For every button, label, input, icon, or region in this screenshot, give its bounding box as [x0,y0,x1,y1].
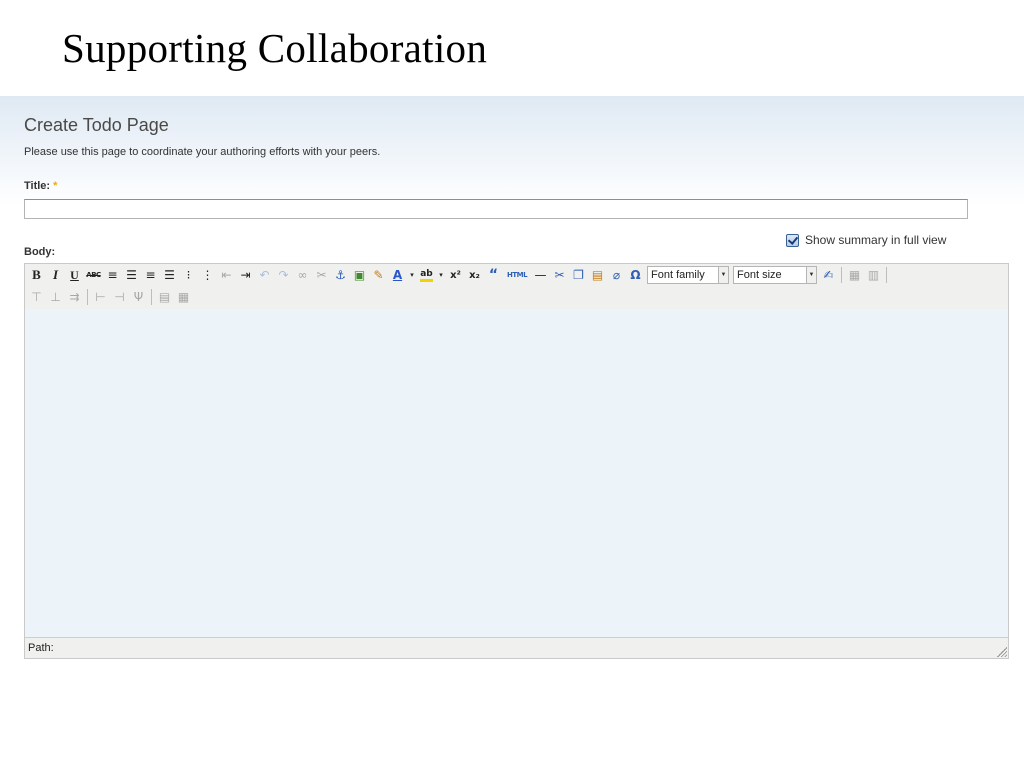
anchor-icon[interactable]: ⚓ [332,266,349,284]
superscript-icon[interactable]: x² [447,266,464,284]
cut-icon[interactable]: ✂ [551,266,568,284]
underline-button[interactable]: U [66,266,83,284]
merge-cells-icon[interactable]: ▤ [156,288,173,306]
font-size-value: Font size [737,269,782,281]
align-left-icon[interactable]: ≡ [104,266,121,284]
toolbar-separator [87,289,88,305]
outdent-icon[interactable]: ⇤ [218,266,235,284]
highlight-color-letters: ab [420,269,433,282]
subscript-icon[interactable]: x₂ [466,266,483,284]
align-justify-icon[interactable]: ☰ [161,266,178,284]
title-field-label: Title: * [24,180,57,192]
bullet-list-icon[interactable]: ⁝ [180,266,197,284]
editor-statusbar: Path: [25,637,1008,658]
editor-toolbar: B I U ABC ≡ ☰ ≡ ☰ ⁝ ⋮ ⇤ ⇥ ↶ ↷ ∞ ✂ ⚓ ▣ ✎ [25,264,1008,310]
row-before-icon[interactable]: ⊤ [28,288,45,306]
split-cells-icon[interactable]: ▦ [175,288,192,306]
align-right-icon[interactable]: ≡ [142,266,159,284]
eraser-icon[interactable]: ⌀ [608,266,625,284]
toolbar-row-1: B I U ABC ≡ ☰ ≡ ☰ ⁝ ⋮ ⇤ ⇥ ↶ ↷ ∞ ✂ ⚓ ▣ ✎ [27,265,890,285]
paste-icon[interactable]: ▤ [589,266,606,284]
bold-button[interactable]: B [28,266,45,284]
strikethrough-button[interactable]: ABC [85,266,102,284]
highlight-color-dropdown-icon[interactable]: ▾ [437,266,445,284]
text-color-button[interactable]: A [389,266,406,284]
editor-content-area[interactable] [25,309,1008,639]
undo-icon[interactable]: ↶ [256,266,273,284]
row-after-icon[interactable]: ⊥ [47,288,64,306]
highlight-color-button[interactable]: ab [418,266,435,284]
text-color-dropdown-icon[interactable]: ▾ [408,266,416,284]
title-input[interactable] [24,199,968,219]
special-char-icon[interactable]: Ω [627,266,644,284]
link-icon[interactable]: ∞ [294,266,311,284]
table-icon[interactable]: ▦ [846,266,863,284]
align-center-icon[interactable]: ☰ [123,266,140,284]
toolbar-row-2: ⊤ ⊥ ⇉ ⊢ ⊣ Ψ ▤ ▦ [27,287,193,307]
image-icon[interactable]: ▣ [351,266,368,284]
show-summary-label: Show summary in full view [805,233,947,247]
title-label-text: Title: [24,180,51,192]
page-description: Please use this page to coordinate your … [24,146,381,158]
body-field-label: Body: [24,246,56,258]
redo-icon[interactable]: ↷ [275,266,292,284]
required-marker: * [53,180,58,192]
font-family-value: Font family [651,269,705,281]
col-before-icon[interactable]: ⊢ [92,288,109,306]
font-size-select[interactable]: Font size ▼ [733,266,817,284]
toolbar-separator [841,267,842,283]
toolbar-separator [151,289,152,305]
edit-css-icon[interactable]: ✍ [820,266,837,284]
drupal-page-screenshot: Create Todo Page Please use this page to… [0,96,1024,666]
blockquote-icon[interactable]: “ [485,266,502,284]
page-title: Create Todo Page [24,115,169,135]
show-summary-toggle[interactable]: Show summary in full view [786,233,946,247]
copy-icon[interactable]: ❐ [570,266,587,284]
unlink-icon[interactable]: ✂ [313,266,330,284]
italic-button[interactable]: I [47,266,64,284]
html-source-button[interactable]: HTML [504,266,530,284]
chevron-down-icon: ▼ [718,267,728,283]
delete-row-icon[interactable]: ⇉ [66,288,83,306]
slide-title: Supporting Collaboration [62,25,488,71]
chevron-down-icon: ▼ [806,267,816,283]
font-family-select[interactable]: Font family ▼ [647,266,729,284]
show-summary-checkbox[interactable] [786,233,799,247]
table-props-icon[interactable]: ▥ [865,266,882,284]
indent-icon[interactable]: ⇥ [237,266,254,284]
path-label: Path: [28,642,54,654]
toolbar-separator [886,267,887,283]
cleanup-icon[interactable]: ✎ [370,266,387,284]
numbered-list-icon[interactable]: ⋮ [199,266,216,284]
text-color-letter: A [392,268,403,282]
delete-col-icon[interactable]: Ψ [130,288,147,306]
resize-handle-icon[interactable] [997,647,1007,657]
col-after-icon[interactable]: ⊣ [111,288,128,306]
horizontal-rule-icon[interactable]: — [532,266,549,284]
rich-text-editor: B I U ABC ≡ ☰ ≡ ☰ ⁝ ⋮ ⇤ ⇥ ↶ ↷ ∞ ✂ ⚓ ▣ ✎ [24,263,1009,659]
